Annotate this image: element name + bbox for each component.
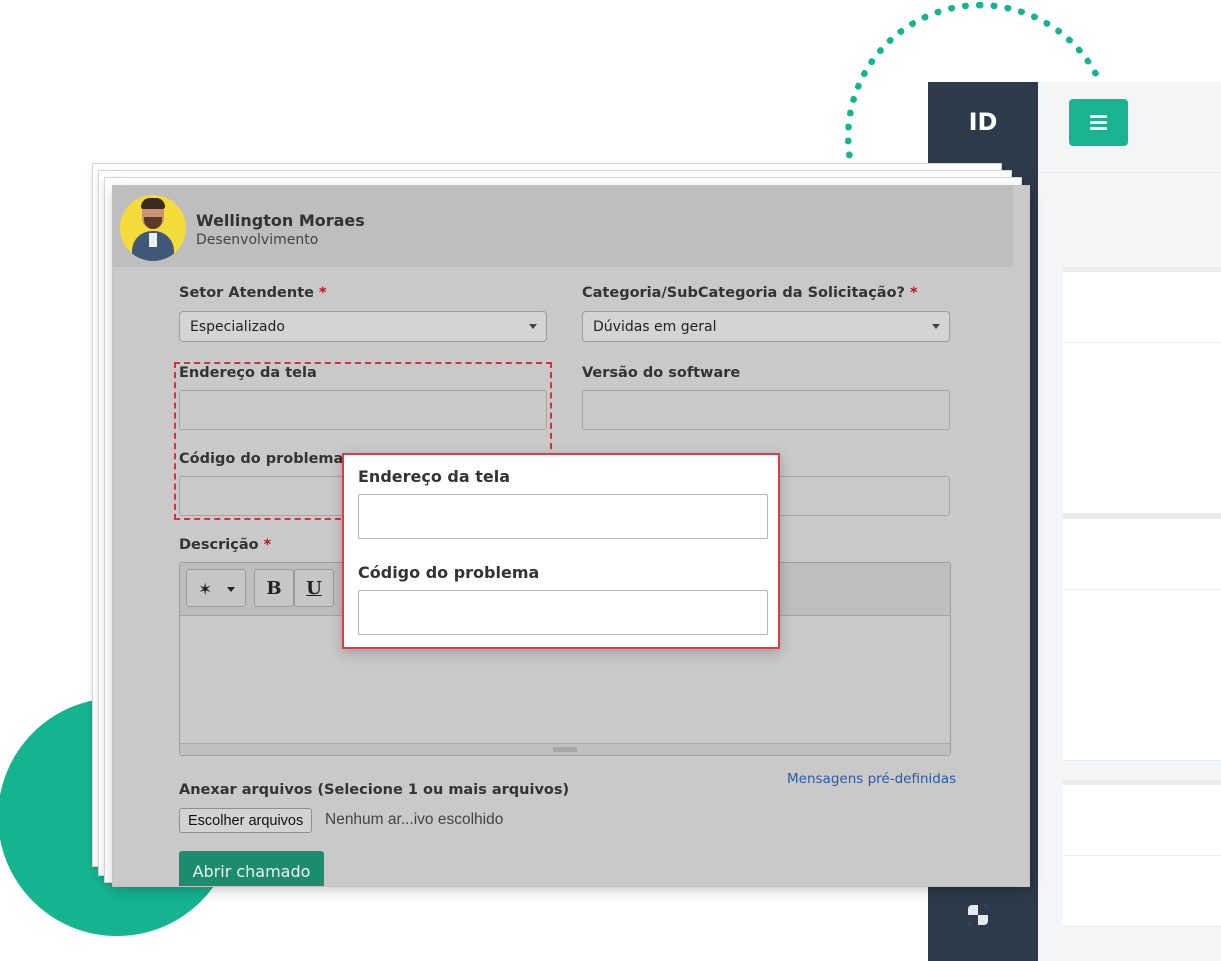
codigo-label: Código do problema [179, 451, 344, 467]
zoomed-fields-popup: Endereço da tela Código do problema [342, 453, 780, 649]
user-header: Wellington Moraes Desenvolvimento [113, 186, 1013, 267]
bold-button[interactable]: B [254, 569, 294, 607]
app-header-divider [1038, 172, 1221, 173]
descricao-label: Descrição * [179, 537, 272, 553]
categoria-select[interactable]: Dúvidas em geral [582, 311, 950, 342]
user-name: Wellington Moraes [196, 211, 365, 230]
versao-label: Versão do software [582, 365, 741, 381]
attach-label: Anexar arquivos (Selecione 1 ou mais arq… [179, 782, 570, 798]
file-status-text: Nenhum ar...ivo escolhido [325, 811, 504, 828]
setor-select[interactable]: Especializado [179, 311, 547, 342]
underline-button[interactable]: U [294, 569, 334, 607]
hamburger-menu-button[interactable] [1069, 99, 1128, 146]
categoria-label: Categoria/SubCategoria da Solicitação? * [582, 285, 918, 301]
setor-label: Setor Atendente * [179, 285, 327, 301]
chevron-down-icon [932, 324, 940, 329]
magic-wand-icon: ✶ [198, 580, 213, 600]
user-department: Desenvolvimento [196, 232, 319, 248]
popup-codigo-input[interactable] [358, 590, 768, 635]
avatar [120, 195, 186, 261]
popup-endereco-input[interactable] [358, 494, 768, 539]
app-panel [1063, 780, 1221, 927]
chevron-down-icon [529, 324, 537, 329]
open-ticket-button[interactable]: Abrir chamado [179, 851, 324, 886]
app-main-area [1038, 82, 1221, 961]
style-dropdown-button[interactable]: ✶ [186, 569, 246, 607]
endereco-label: Endereço da tela [179, 365, 317, 381]
versao-input[interactable] [582, 390, 950, 430]
app-logo: ID [968, 108, 998, 136]
app-panel [1063, 514, 1221, 761]
popup-codigo-label: Código do problema [358, 563, 540, 582]
editor-resize-handle[interactable] [180, 743, 950, 755]
app-panel [1063, 267, 1221, 514]
endereco-input[interactable] [179, 390, 547, 430]
predefined-messages-link[interactable]: Mensagens pré-definidas [787, 771, 956, 787]
choose-files-button[interactable]: Escolher arquivos [179, 808, 313, 833]
popup-endereco-label: Endereço da tela [358, 467, 511, 486]
dashboard-icon[interactable] [968, 905, 988, 925]
chevron-down-icon [227, 587, 235, 592]
